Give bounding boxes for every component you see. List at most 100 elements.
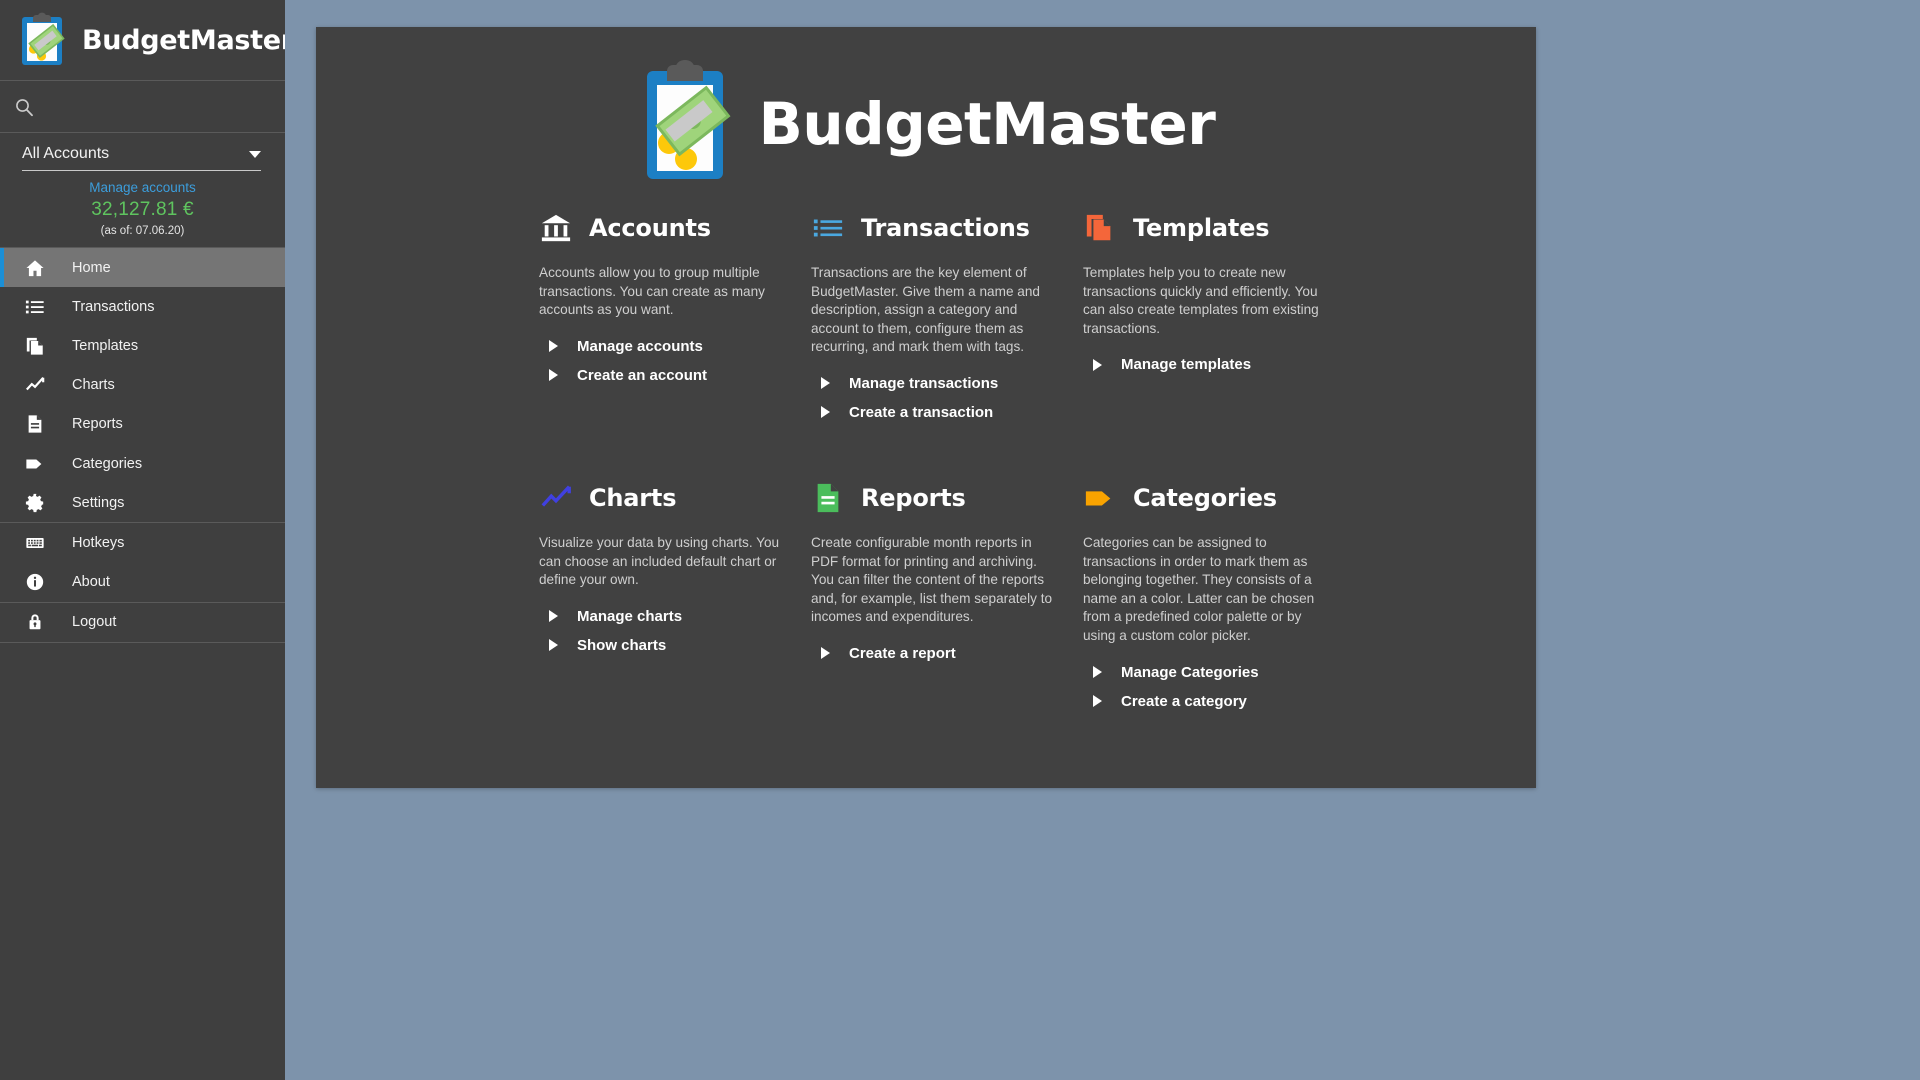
link-manage-charts[interactable]: Manage charts — [539, 608, 783, 625]
link-label: Manage templates — [1121, 356, 1252, 374]
triangle-right-icon — [1093, 666, 1102, 679]
sidebar-item-label: Settings — [72, 494, 125, 511]
feature-header: Reports — [811, 477, 1055, 519]
feature-grid-row-2: Charts Visualize your data by using char… — [316, 467, 1536, 734]
feature-links: Create a report — [811, 645, 1055, 662]
link-show-charts[interactable]: Show charts — [539, 637, 783, 654]
link-label: Create a transaction — [849, 403, 994, 421]
link-create-a-report[interactable]: Create a report — [811, 645, 1055, 662]
link-label: Create a report — [849, 644, 956, 662]
feature-charts: Charts Visualize your data by using char… — [539, 477, 811, 722]
feature-reports: Reports Create configurable month report… — [811, 477, 1083, 722]
triangle-right-icon — [821, 647, 830, 660]
feature-header: Charts — [539, 477, 783, 519]
sidebar-item-label: Transactions — [72, 298, 155, 315]
link-create-a-category[interactable]: Create a category — [1083, 693, 1327, 710]
feature-links: Manage accounts Create an account — [539, 338, 783, 384]
sidebar-item-about[interactable]: About — [0, 563, 285, 602]
feature-description: Accounts allow you to group multiple tra… — [539, 265, 765, 318]
link-manage-templates[interactable]: Manage templates — [1083, 356, 1327, 373]
sidebar-item-label: About — [72, 574, 110, 591]
feature-links: Manage Categories Create a category — [1083, 664, 1327, 710]
sidebar-item-transactions[interactable]: Transactions — [0, 287, 285, 326]
sidebar-item-label: Templates — [72, 337, 139, 354]
tag-icon — [1083, 481, 1117, 515]
feature-transactions: Transactions Transactions are the key el… — [811, 207, 1083, 433]
link-label: Create a category — [1121, 692, 1247, 710]
sidebar-item-label: Logout — [72, 614, 117, 631]
sidebar-item-hotkeys[interactable]: Hotkeys — [0, 523, 285, 562]
copy-icon — [24, 335, 46, 357]
sidebar: BudgetMaster All Accounts Manage account… — [0, 0, 294, 1080]
sidebar-item-label: Reports — [72, 416, 123, 433]
feature-description: Visualize your data by using charts. You… — [539, 534, 780, 588]
application-window: BudgetMaster All Accounts Manage account… — [0, 0, 1920, 1080]
feature-title: Charts — [589, 483, 677, 512]
link-label: Manage accounts — [577, 337, 703, 355]
sidebar-item-categories[interactable]: Categories — [0, 444, 285, 483]
triangle-right-icon — [1093, 358, 1102, 371]
account-select-value: All Accounts — [22, 145, 110, 162]
gear-icon — [24, 492, 46, 514]
lock-icon — [24, 611, 46, 633]
document-icon — [811, 481, 845, 515]
feature-links: Manage transactions Create a transaction — [811, 375, 1055, 421]
feature-description: Transactions are the key element of Budg… — [811, 265, 1040, 355]
feature-grid-row-1: Accounts Accounts allow you to group mul… — [316, 197, 1536, 445]
list-icon — [811, 211, 845, 245]
link-label: Manage Categories — [1121, 663, 1259, 681]
feature-categories: Categories Categories can be assigned to… — [1083, 477, 1355, 722]
budgetmaster-hero-logo-icon — [637, 59, 733, 189]
line-chart-icon — [24, 374, 46, 396]
triangle-right-icon — [1093, 695, 1102, 708]
sidebar-item-reports[interactable]: Reports — [0, 405, 285, 444]
feature-header: Transactions — [811, 207, 1055, 249]
link-create-an-account[interactable]: Create an account — [539, 367, 783, 384]
sidebar-nav-primary: Home Transactions Templates Charts Repor… — [0, 248, 285, 524]
triangle-right-icon — [549, 639, 558, 652]
sidebar-item-label: Categories — [72, 455, 143, 472]
main-area: BudgetMaster Accounts Accounts allow you… — [285, 0, 1920, 1080]
feature-description: Create configurable month reports in PDF… — [811, 534, 1053, 625]
list-icon — [24, 296, 46, 318]
feature-title: Transactions — [861, 214, 1030, 242]
line-chart-icon — [539, 481, 573, 515]
feature-links: Manage templates — [1083, 356, 1327, 373]
budgetmaster-logo-icon — [16, 12, 70, 68]
sidebar-brand: BudgetMaster — [0, 0, 294, 81]
feature-header: Templates — [1083, 207, 1327, 249]
link-manage-transactions[interactable]: Manage transactions — [811, 375, 1055, 392]
sidebar-item-templates[interactable]: Templates — [0, 326, 285, 365]
sidebar-nav-tertiary: Logout — [0, 603, 285, 643]
document-icon — [24, 413, 46, 435]
link-manage-accounts[interactable]: Manage accounts — [539, 338, 783, 355]
feature-title: Reports — [861, 483, 966, 512]
account-balance: 32,127.81 € — [91, 199, 194, 220]
link-manage-categories[interactable]: Manage Categories — [1083, 664, 1327, 681]
link-label: Manage transactions — [849, 374, 999, 392]
feature-title: Categories — [1133, 483, 1277, 512]
sidebar-item-charts[interactable]: Charts — [0, 366, 285, 405]
triangle-right-icon — [821, 377, 830, 390]
account-select[interactable]: All Accounts — [22, 145, 261, 171]
feature-header: Categories — [1083, 477, 1327, 519]
bank-icon — [539, 211, 573, 245]
triangle-right-icon — [549, 369, 558, 382]
home-content-card: BudgetMaster Accounts Accounts allow you… — [316, 27, 1536, 788]
info-icon — [24, 571, 46, 593]
feature-header: Accounts — [539, 207, 783, 249]
search-row[interactable] — [0, 81, 285, 133]
sidebar-item-label: Charts — [72, 377, 115, 394]
sidebar-item-label: Hotkeys — [72, 534, 125, 551]
feature-description: Templates help you to create new transac… — [1083, 265, 1319, 336]
sidebar-item-logout[interactable]: Logout — [0, 603, 285, 642]
copy-icon — [1083, 211, 1117, 245]
link-create-a-transaction[interactable]: Create a transaction — [811, 404, 1055, 421]
sidebar-item-settings[interactable]: Settings — [0, 483, 285, 522]
keyboard-icon — [24, 532, 46, 554]
feature-templates: Templates Templates help you to create n… — [1083, 207, 1355, 433]
search-input[interactable] — [34, 98, 285, 115]
sidebar-item-home[interactable]: Home — [0, 248, 285, 288]
sidebar-item-label: Home — [72, 259, 111, 276]
manage-accounts-link[interactable]: Manage accounts — [0, 180, 285, 195]
